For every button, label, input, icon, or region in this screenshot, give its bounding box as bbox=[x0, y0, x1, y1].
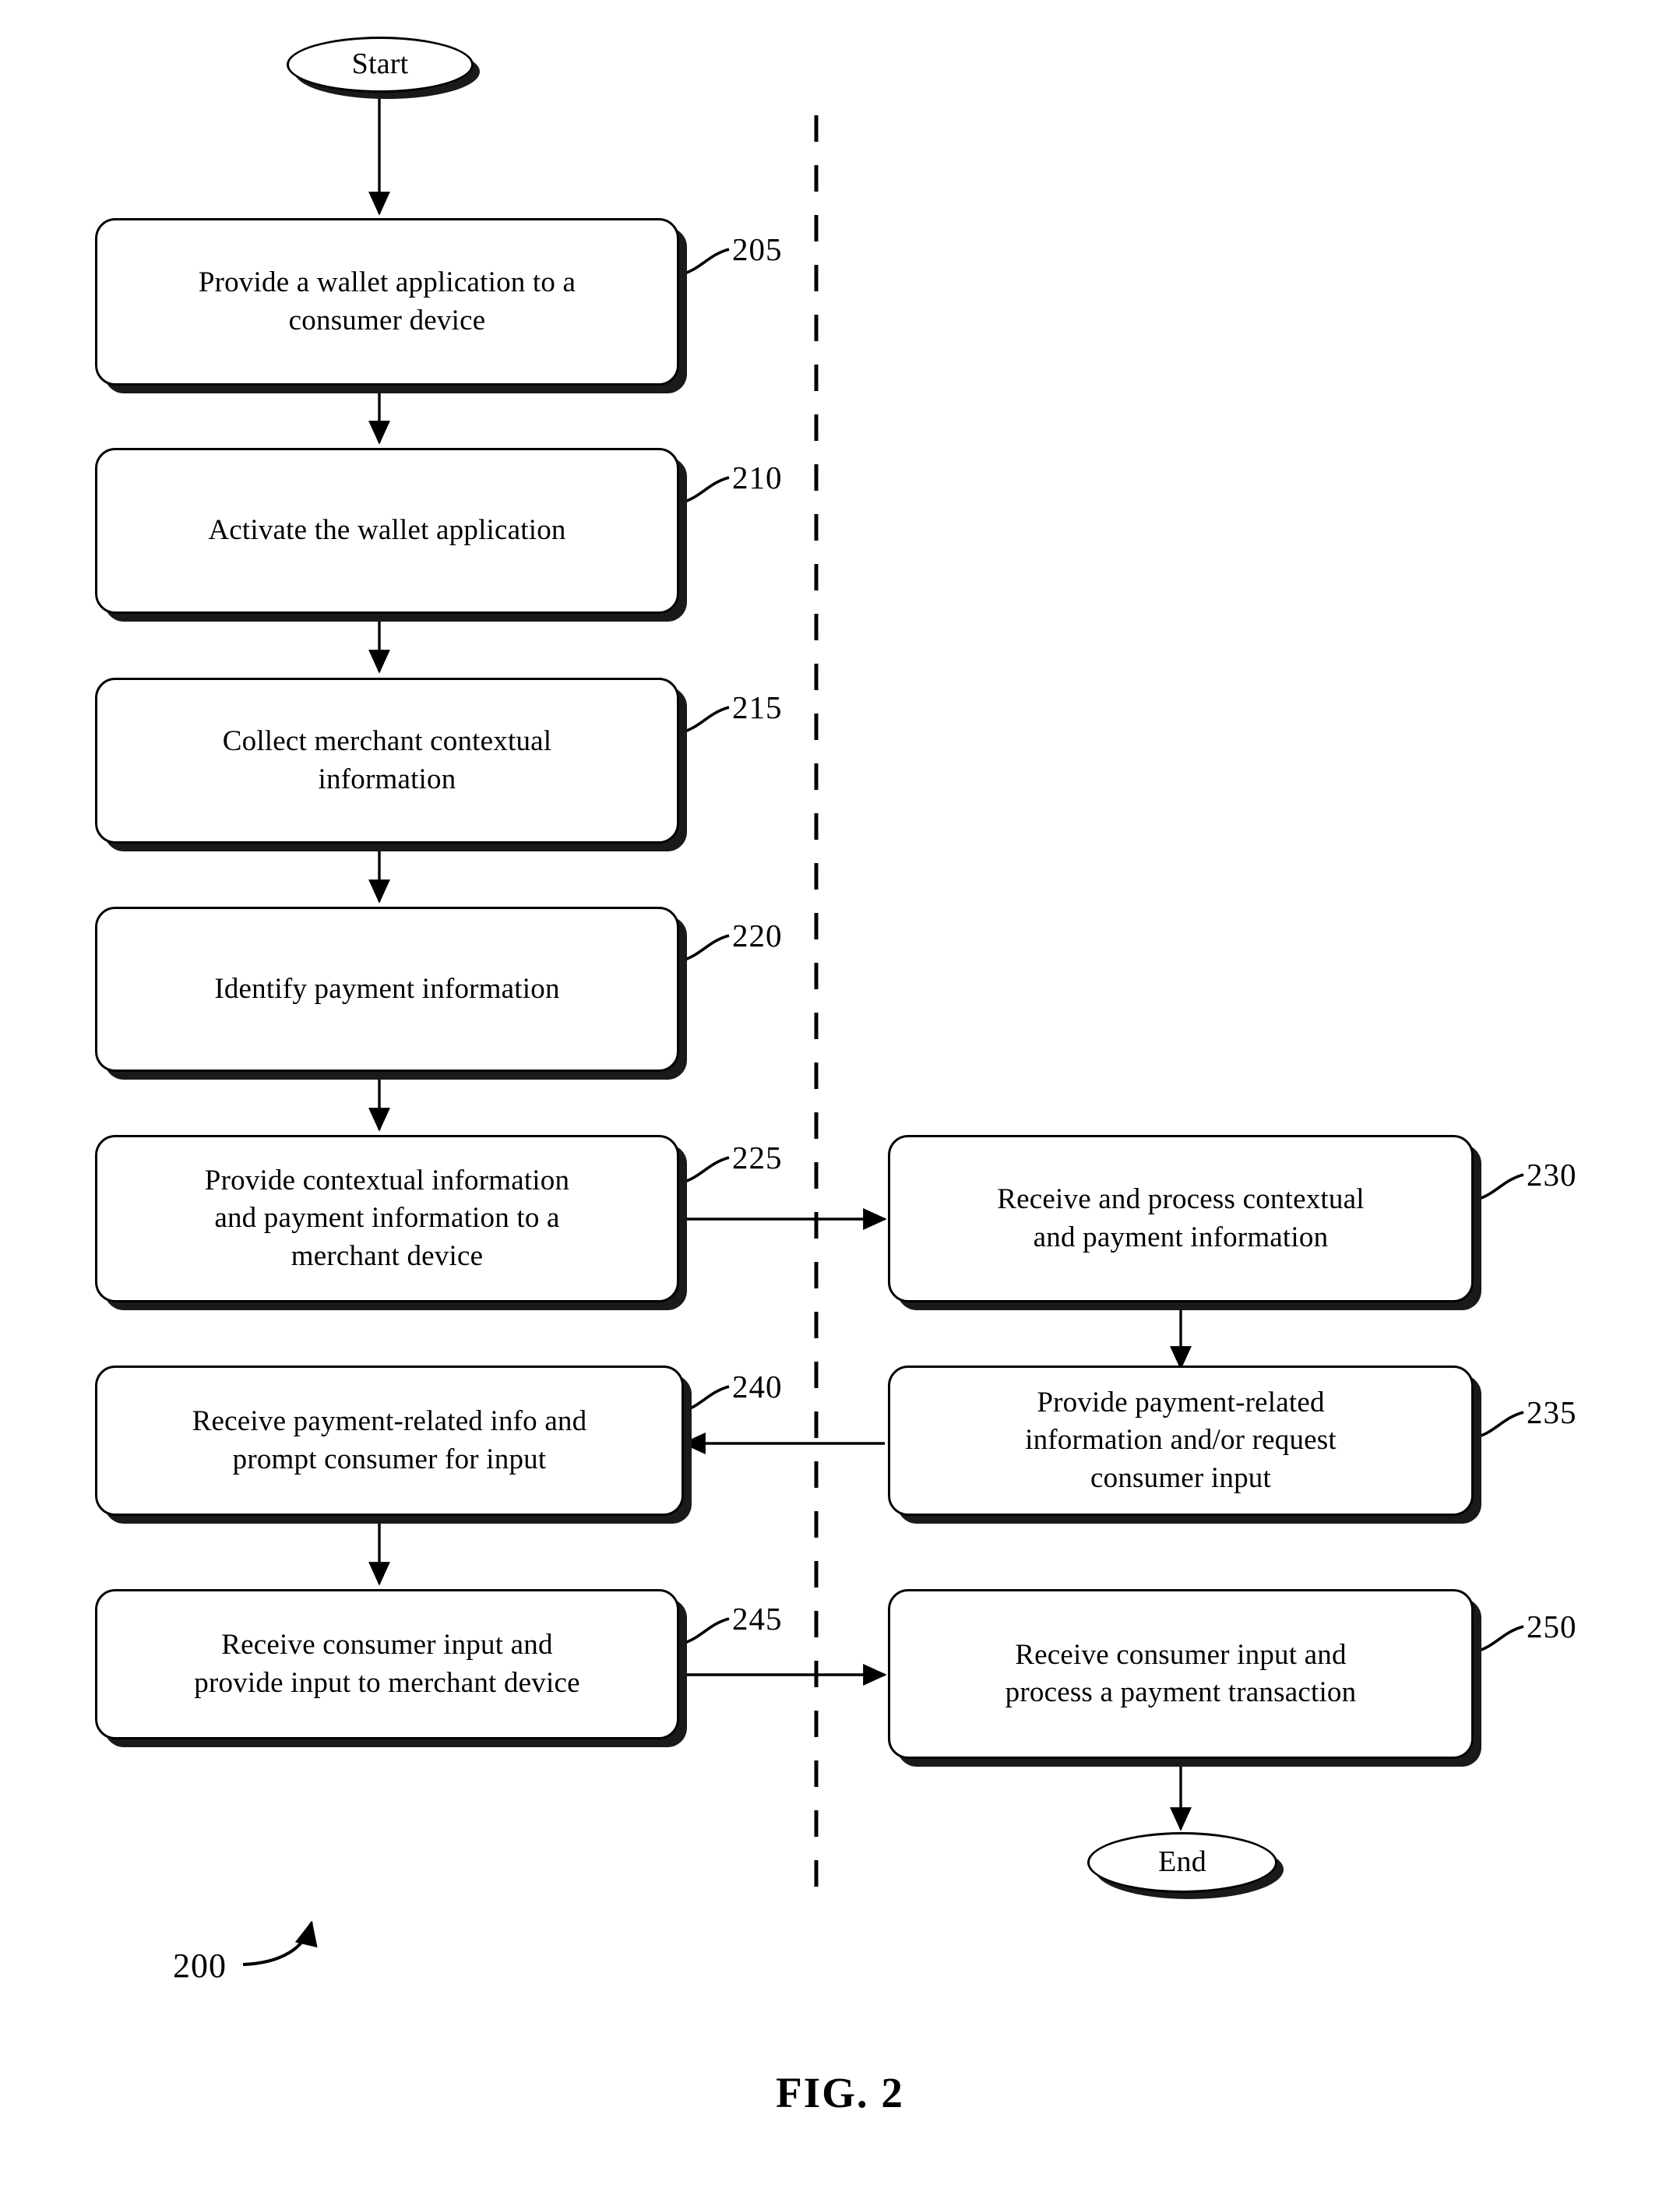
step-box-225-label: Provide contextual information and payme… bbox=[204, 1165, 570, 1272]
step-box-235: Provide payment-related information and/… bbox=[888, 1366, 1474, 1516]
step-box-220: Identify payment information bbox=[95, 907, 679, 1072]
leader-225 bbox=[682, 1156, 730, 1184]
step-box-230-label: Receive and process contextual and payme… bbox=[997, 1183, 1365, 1253]
step-box-250-label: Receive consumer input and process a pay… bbox=[1005, 1638, 1357, 1708]
reference-numeral-225: 225 bbox=[732, 1140, 783, 1175]
step-box-215-label: Collect merchant contextual information bbox=[222, 725, 552, 795]
leader-245 bbox=[682, 1617, 730, 1645]
reference-numeral-240: 240 bbox=[732, 1369, 783, 1404]
reference-numeral-205: 205 bbox=[732, 231, 783, 267]
step-box-240-label: Receive payment-related info and prompt … bbox=[192, 1405, 587, 1475]
step-box-240: Receive payment-related info and prompt … bbox=[95, 1366, 684, 1516]
reference-numeral-210: 210 bbox=[732, 460, 783, 495]
reference-numeral-215: 215 bbox=[732, 689, 783, 725]
leader-210 bbox=[682, 476, 730, 504]
terminator-start: Start bbox=[287, 37, 474, 93]
step-box-245: Receive consumer input and provide input… bbox=[95, 1589, 679, 1739]
leader-250 bbox=[1476, 1625, 1524, 1653]
reference-numeral-230: 230 bbox=[1527, 1157, 1577, 1193]
leader-205 bbox=[682, 248, 730, 276]
leader-230 bbox=[1476, 1173, 1524, 1201]
step-box-215: Collect merchant contextual information bbox=[95, 678, 679, 844]
figure-caption: FIG. 2 bbox=[776, 2069, 904, 2116]
terminator-end-label: End bbox=[1158, 1845, 1206, 1879]
step-box-250: Receive consumer input and process a pay… bbox=[888, 1589, 1474, 1759]
leader-200-arrow bbox=[242, 1920, 318, 1966]
leader-235 bbox=[1476, 1411, 1524, 1439]
step-box-210-label: Activate the wallet application bbox=[208, 514, 566, 547]
terminator-end: End bbox=[1087, 1832, 1277, 1893]
reference-numeral-220: 220 bbox=[732, 918, 783, 953]
terminator-start-label: Start bbox=[351, 48, 409, 81]
leader-220 bbox=[682, 934, 730, 962]
step-box-230: Receive and process contextual and payme… bbox=[888, 1135, 1474, 1302]
reference-numeral-235: 235 bbox=[1527, 1394, 1577, 1430]
step-box-205-label: Provide a wallet application to a consum… bbox=[198, 266, 576, 337]
step-box-235-label: Provide payment-related information and/… bbox=[1025, 1387, 1337, 1494]
reference-numeral-245: 245 bbox=[732, 1601, 783, 1637]
step-box-225: Provide contextual information and payme… bbox=[95, 1135, 679, 1302]
reference-numeral-200: 200 bbox=[173, 1947, 227, 1985]
step-box-220-label: Identify payment information bbox=[214, 972, 560, 1005]
reference-numeral-250: 250 bbox=[1527, 1609, 1577, 1644]
step-box-205: Provide a wallet application to a consum… bbox=[95, 218, 679, 386]
patent-figure: Start Provide a wallet application to a … bbox=[0, 0, 1680, 2199]
step-box-210: Activate the wallet application bbox=[95, 448, 679, 614]
leader-240 bbox=[682, 1385, 730, 1413]
leader-215 bbox=[682, 706, 730, 734]
step-box-245-label: Receive consumer input and provide input… bbox=[194, 1629, 580, 1699]
